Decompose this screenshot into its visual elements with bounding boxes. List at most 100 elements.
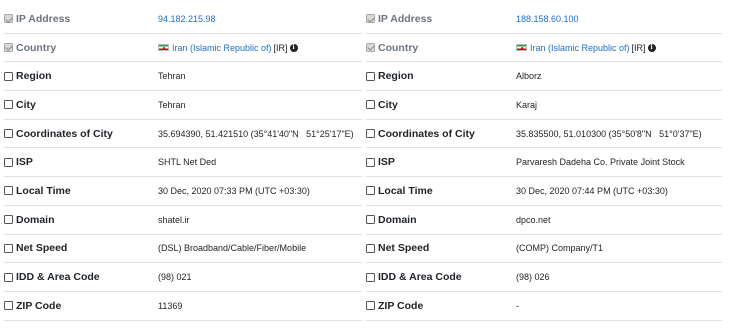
- local-time-checkbox[interactable]: [366, 186, 375, 196]
- domain-label: Domain: [378, 213, 417, 226]
- label-coordinates: Coordinates of City: [366, 128, 516, 140]
- info-icon[interactable]: i: [647, 43, 656, 52]
- iran-flag-icon: [516, 44, 527, 52]
- row-ip-address: IP Address 188.158.60.100: [366, 5, 722, 34]
- zip-checkbox[interactable]: [366, 301, 375, 311]
- row-domain: Domain dpco.net: [366, 206, 722, 235]
- coordinates-label: Coordinates of City: [16, 127, 113, 140]
- row-zip: ZIP Code -: [366, 292, 722, 321]
- label-country: Country: [366, 42, 516, 54]
- row-city: City Tehran: [4, 91, 362, 120]
- label-domain: Domain: [366, 214, 516, 226]
- label-idd: IDD & Area Code: [4, 271, 158, 283]
- row-isp: ISP SHTL Net Ded: [4, 148, 362, 178]
- region-checkbox[interactable]: [366, 71, 375, 81]
- country-label: Country: [16, 41, 57, 54]
- label-country: Country: [4, 42, 158, 54]
- coordinates-value: 35.835500, 51.010300 (35°50'8"N 51°0'37"…: [516, 128, 702, 139]
- row-idd: IDD & Area Code (98) 026: [366, 263, 722, 292]
- ip-compare-view: IP Address 94.182.215.98 Country Iran (I…: [0, 0, 735, 329]
- idd-checkbox[interactable]: [366, 272, 375, 282]
- net-speed-label: Net Speed: [378, 242, 430, 255]
- city-value: Tehran: [158, 99, 186, 110]
- domain-value: dpco.net: [516, 214, 551, 225]
- local-time-checkbox[interactable]: [4, 186, 13, 196]
- city-checkbox[interactable]: [366, 100, 375, 110]
- ip-address-label: IP Address: [378, 12, 433, 25]
- country-code: [IR]: [273, 42, 288, 53]
- row-country: Country Iran (Islamic Republic of) [IR] …: [4, 34, 362, 63]
- row-net-speed: Net Speed (DSL) Broadband/Cable/Fiber/Mo…: [4, 235, 362, 264]
- row-city: City Karaj: [366, 91, 722, 120]
- label-local-time: Local Time: [366, 185, 516, 197]
- row-domain: Domain shatel.ir: [4, 206, 362, 235]
- ip-address-value[interactable]: 188.158.60.100: [516, 14, 579, 24]
- domain-checkbox[interactable]: [4, 215, 13, 225]
- domain-label: Domain: [16, 213, 55, 226]
- domain-value: shatel.ir: [158, 214, 190, 225]
- info-icon[interactable]: i: [289, 43, 298, 52]
- local-time-label: Local Time: [16, 184, 71, 197]
- net-speed-checkbox[interactable]: [4, 243, 13, 253]
- zip-label: ZIP Code: [16, 299, 62, 312]
- label-city: City: [4, 99, 158, 111]
- country-code: [IR]: [631, 42, 646, 53]
- city-label: City: [378, 98, 398, 111]
- city-value: Karaj: [516, 99, 538, 110]
- country-checkbox[interactable]: [366, 43, 375, 53]
- isp-checkbox[interactable]: [366, 157, 375, 167]
- label-isp: ISP: [366, 156, 516, 168]
- row-local-time: Local Time 30 Dec, 2020 07:33 PM (UTC +0…: [4, 177, 362, 206]
- label-region: Region: [4, 70, 158, 82]
- row-net-speed: Net Speed (COMP) Company/T1: [366, 235, 722, 264]
- region-label: Region: [378, 70, 414, 83]
- net-speed-value: (COMP) Company/T1: [516, 243, 604, 254]
- ip-address-value[interactable]: 94.182.215.98: [158, 14, 216, 24]
- local-time-value: 30 Dec, 2020 07:33 PM (UTC +03:30): [158, 185, 310, 196]
- country-checkbox[interactable]: [4, 43, 13, 53]
- ip-address-checkbox[interactable]: [4, 14, 13, 24]
- label-net-speed: Net Speed: [4, 242, 158, 254]
- row-isp: ISP Parvaresh Dadeha Co. Private Joint S…: [366, 148, 722, 178]
- local-time-label: Local Time: [378, 184, 433, 197]
- country-link[interactable]: Iran (Islamic Republic of): [530, 43, 630, 53]
- country-link[interactable]: Iran (Islamic Republic of): [172, 43, 272, 53]
- zip-value: 11369: [158, 300, 183, 311]
- label-isp: ISP: [4, 156, 158, 168]
- label-local-time: Local Time: [4, 185, 158, 197]
- label-coordinates: Coordinates of City: [4, 128, 158, 140]
- row-region: Region Tehran: [4, 62, 362, 92]
- isp-checkbox[interactable]: [4, 157, 13, 167]
- ip-address-checkbox[interactable]: [366, 14, 375, 24]
- zip-label: ZIP Code: [378, 299, 424, 312]
- label-domain: Domain: [4, 214, 158, 226]
- row-region: Region Alborz: [366, 62, 722, 92]
- label-net-speed: Net Speed: [366, 242, 516, 254]
- city-checkbox[interactable]: [4, 100, 13, 110]
- city-label: City: [16, 98, 36, 111]
- region-checkbox[interactable]: [4, 71, 13, 81]
- net-speed-value: (DSL) Broadband/Cable/Fiber/Mobile: [158, 243, 307, 254]
- country-label: Country: [378, 41, 419, 54]
- row-local-time: Local Time 30 Dec, 2020 07:44 PM (UTC +0…: [366, 177, 722, 206]
- idd-value: (98) 026: [516, 272, 550, 283]
- country-value: Iran (Islamic Republic of) [IR] i: [516, 43, 656, 53]
- idd-checkbox[interactable]: [4, 272, 13, 282]
- coordinates-value: 35.694390, 51.421510 (35°41'40"N 51°25'1…: [158, 128, 354, 139]
- row-idd: IDD & Area Code (98) 021: [4, 263, 362, 292]
- net-speed-checkbox[interactable]: [366, 243, 375, 253]
- net-speed-label: Net Speed: [16, 242, 68, 255]
- label-zip: ZIP Code: [4, 300, 158, 312]
- label-ip-address: IP Address: [4, 13, 158, 25]
- zip-value: -: [516, 300, 519, 311]
- row-country: Country Iran (Islamic Republic of) [IR] …: [366, 34, 722, 63]
- zip-checkbox[interactable]: [4, 301, 13, 311]
- domain-checkbox[interactable]: [366, 215, 375, 225]
- coordinates-checkbox[interactable]: [366, 129, 375, 139]
- coordinates-checkbox[interactable]: [4, 129, 13, 139]
- region-value: Alborz: [516, 71, 542, 82]
- label-idd: IDD & Area Code: [366, 271, 516, 283]
- label-city: City: [366, 99, 516, 111]
- region-value: Tehran: [158, 71, 186, 82]
- coordinates-label: Coordinates of City: [378, 127, 475, 140]
